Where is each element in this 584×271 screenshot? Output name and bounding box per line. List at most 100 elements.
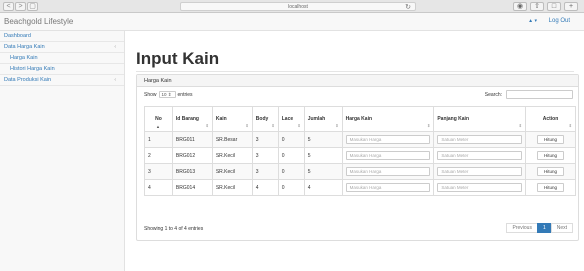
kain-table: No ▲ Id Barang ⇕ Kain ⇕ Body ⇕ Lace ⇕ Jumlah ⇕… <box>144 106 576 196</box>
cell-harga-kain: Masukan Harga <box>341 163 435 180</box>
cell-body: 4 <box>251 179 279 196</box>
page-1-button[interactable]: 1 <box>536 223 552 233</box>
sort-icon: ⇕ <box>335 123 339 128</box>
sidebar-item-data-harga-kain[interactable]: Data Harga Kain ‹ <box>0 42 124 53</box>
forward-button[interactable]: > <box>15 2 26 11</box>
sidebar-item-label: Histori Harga Kain <box>10 66 55 72</box>
col-header-id-barang[interactable]: Id Barang ⇕ <box>171 106 213 132</box>
sidebar-item-dashboard[interactable]: Dashboard <box>0 31 124 42</box>
cell-panjang-kain: Satuan Meter <box>433 147 527 164</box>
chevron-left-icon: ‹ <box>114 44 116 50</box>
sort-icon: ⇕ <box>297 123 301 128</box>
main-content: Input Kain Harga Kain Show 10 ⇕ entries … <box>125 31 584 271</box>
cell-kain: SR.Besar <box>211 131 253 148</box>
cell-action: Hitung <box>525 179 576 196</box>
new-tab-icon[interactable]: + <box>564 2 578 11</box>
cell-panjang-kain: Satuan Meter <box>433 163 527 180</box>
hitung-button[interactable]: Hitung <box>537 135 564 144</box>
sort-icon: ⇕ <box>568 123 572 128</box>
cell-lace: 0 <box>277 131 305 148</box>
sidebar-item-label: Data Harga Kain <box>4 44 45 50</box>
sidebar-item-label: Data Produksi Kain <box>4 77 52 83</box>
page-title: Input Kain <box>136 49 220 68</box>
sidebar-item-histori-harga-kain[interactable]: Histori Harga Kain <box>0 64 124 75</box>
browser-right-buttons: ◉ ⇧ □ + <box>513 2 578 11</box>
back-button[interactable]: < <box>3 2 14 11</box>
pagination: Previous 1 Next <box>506 223 573 233</box>
next-page-button[interactable]: Next <box>550 223 573 233</box>
share-icon[interactable]: ⇧ <box>530 2 544 11</box>
previous-page-button[interactable]: Previous <box>506 223 538 233</box>
harga-input[interactable]: Masukan Harga <box>345 183 431 192</box>
cell-no: 2 <box>144 147 173 164</box>
harga-kain-panel: Harga Kain Show 10 ⇕ entries Search: No ▲… <box>136 74 579 241</box>
cell-no: 1 <box>144 131 173 148</box>
browser-nav-buttons: < > ▢ <box>3 2 38 11</box>
col-header-panjang-kain[interactable]: Panjang Kain ⇕ <box>433 106 527 132</box>
entries-select[interactable]: 10 ⇕ <box>158 91 176 98</box>
entries-length-control: Show 10 ⇕ entries <box>144 91 193 98</box>
col-header-harga-kain[interactable]: Harga Kain ⇕ <box>341 106 435 132</box>
cell-id-barang: BRG012 <box>171 147 213 164</box>
cell-body: 3 <box>251 131 279 148</box>
address-text: localhost <box>288 4 308 10</box>
cell-lace: 0 <box>277 163 305 180</box>
search-input[interactable] <box>506 90 573 99</box>
col-header-body[interactable]: Body ⇕ <box>251 106 279 132</box>
sidebar-toggle-icon[interactable]: ▢ <box>27 2 38 11</box>
cell-action: Hitung <box>525 131 576 148</box>
hitung-button[interactable]: Hitung <box>537 167 564 176</box>
table-info: Showing 1 to 4 of 4 entries <box>144 226 204 232</box>
harga-input[interactable]: Masukan Harga <box>345 167 431 176</box>
cell-id-barang: BRG011 <box>171 131 213 148</box>
cell-jumlah: 5 <box>303 147 343 164</box>
cell-body: 3 <box>251 163 279 180</box>
title-divider <box>136 71 574 72</box>
panel-heading: Harga Kain <box>137 75 578 87</box>
panjang-input[interactable]: Satuan Meter <box>437 183 523 192</box>
cell-jumlah: 5 <box>303 131 343 148</box>
search-label: Search: <box>484 91 502 98</box>
user-menu[interactable]: ▲ ▾ <box>528 18 537 24</box>
brand-title[interactable]: Beachgold Lifestyle <box>4 17 73 26</box>
tabs-icon[interactable]: □ <box>547 2 561 11</box>
table-row: 1 BRG011 SR.Besar 3 0 5 Masukan Harga Sa… <box>144 131 576 148</box>
col-header-kain[interactable]: Kain ⇕ <box>211 106 253 132</box>
panjang-input[interactable]: Satuan Meter <box>437 135 523 144</box>
panjang-input[interactable]: Satuan Meter <box>437 151 523 160</box>
cell-body: 3 <box>251 147 279 164</box>
entries-value: 10 <box>161 92 167 97</box>
reload-icon[interactable]: ↻ <box>405 3 411 12</box>
cell-panjang-kain: Satuan Meter <box>433 179 527 196</box>
sidebar-item-data-produksi-kain[interactable]: Data Produksi Kain ‹ <box>0 75 124 86</box>
harga-input[interactable]: Masukan Harga <box>345 135 431 144</box>
cell-no: 3 <box>144 163 173 180</box>
sidebar-item-label: Dashboard <box>4 33 31 39</box>
sidebar-item-harga-kain[interactable]: Harga Kain <box>0 53 124 64</box>
harga-input[interactable]: Masukan Harga <box>345 151 431 160</box>
hitung-button[interactable]: Hitung <box>537 151 564 160</box>
sort-icon: ⇕ <box>245 123 249 128</box>
cell-harga-kain: Masukan Harga <box>341 147 435 164</box>
col-header-action[interactable]: Action ⇕ <box>525 106 576 132</box>
col-header-no[interactable]: No ▲ <box>144 106 173 132</box>
cell-lace: 0 <box>277 147 305 164</box>
table-row: 2 BRG012 SR.Kecil 3 0 5 Masukan Harga Sa… <box>144 147 576 164</box>
table-row: 3 BRG013 SR.Kecil 3 0 5 Masukan Harga Sa… <box>144 163 576 180</box>
hitung-button[interactable]: Hitung <box>537 183 564 192</box>
cell-panjang-kain: Satuan Meter <box>433 131 527 148</box>
sort-icon: ⇕ <box>205 123 209 128</box>
logout-link[interactable]: Log Out <box>549 18 570 24</box>
top-navbar: Beachgold Lifestyle ▲ ▾ Log Out <box>0 13 584 31</box>
address-bar[interactable]: localhost ↻ <box>180 2 416 11</box>
panjang-input[interactable]: Satuan Meter <box>437 167 523 176</box>
cell-harga-kain: Masukan Harga <box>341 131 435 148</box>
table-search: Search: <box>485 90 573 99</box>
col-header-lace[interactable]: Lace ⇕ <box>277 106 305 132</box>
cell-harga-kain: Masukan Harga <box>341 179 435 196</box>
sort-icon: ⇕ <box>426 123 431 128</box>
col-header-jumlah[interactable]: Jumlah ⇕ <box>303 106 343 132</box>
cell-lace: 0 <box>277 179 305 196</box>
download-icon[interactable]: ◉ <box>513 2 527 11</box>
cell-action: Hitung <box>525 163 576 180</box>
